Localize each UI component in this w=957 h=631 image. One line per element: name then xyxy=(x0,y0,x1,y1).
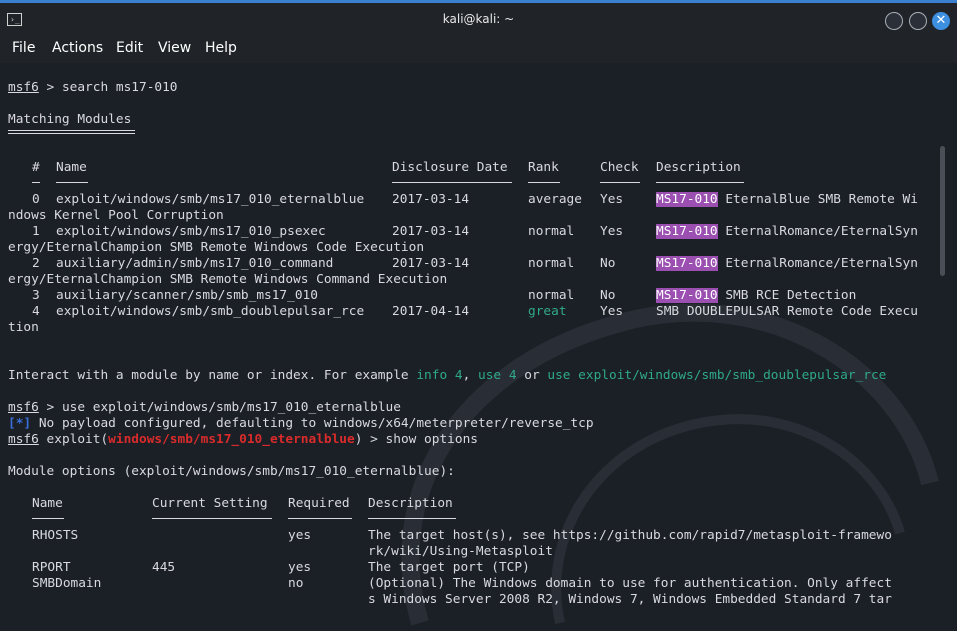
terminal-output[interactable]: msf6 > search ms17-010 Matching Modules … xyxy=(0,63,957,631)
msf-prompt: msf6 xyxy=(8,80,39,95)
module-name: exploit/windows/smb/ms17_010_psexec xyxy=(56,224,326,239)
module-num: 1 xyxy=(32,224,40,239)
option-description: The target host(s), see https://github.c… xyxy=(368,528,892,543)
module-description: SMB DOUBLEPULSAR Remote Code Execu xyxy=(656,304,918,319)
module-description-wrap: ergy/EternalChampion SMB Remote Windows … xyxy=(8,240,425,255)
module-date: 2017-04-14 xyxy=(392,304,470,319)
option-description: (Optional) The Windows domain to use for… xyxy=(368,576,892,591)
module-date: 2017-03-14 xyxy=(392,256,470,271)
ms17-highlight: MS17-010 xyxy=(656,256,718,271)
window-title: kali@kali: ~ xyxy=(442,12,515,26)
header-rule xyxy=(288,518,352,519)
module-date: 2017-03-14 xyxy=(392,192,470,207)
module-rank: great xyxy=(528,304,567,319)
module-rank: average xyxy=(528,192,582,207)
example-use-index: use 4 xyxy=(478,368,517,383)
header-rule xyxy=(656,182,744,183)
col-header-description: Description xyxy=(656,160,741,175)
col-header-name: Name xyxy=(56,160,87,175)
active-module: windows/smb/ms17_010_eternalblue xyxy=(108,432,355,447)
option-required: yes xyxy=(288,528,312,543)
module-check: No xyxy=(600,288,616,303)
module-description-wrap: tion xyxy=(8,320,39,335)
module-date: 2017-03-14 xyxy=(392,224,470,239)
menu-edit[interactable]: Edit xyxy=(116,40,143,56)
menu-help[interactable]: Help xyxy=(205,40,237,56)
module-check: Yes xyxy=(600,304,624,319)
menu-bar: File Actions Edit View Help xyxy=(0,38,957,63)
example-info: info 4 xyxy=(416,368,463,383)
col-header-date: Disclosure Date xyxy=(392,160,508,175)
section-double-underline xyxy=(8,130,135,134)
header-rule xyxy=(32,182,40,183)
info-message: [*] No payload configured, defaulting to… xyxy=(8,416,594,431)
module-description: MS17-010 SMB RCE Detection xyxy=(656,288,857,303)
module-description: MS17-010 EternalBlue SMB Remote Wi xyxy=(656,192,918,207)
close-button[interactable]: ✕ xyxy=(932,12,950,30)
module-description: MS17-010 EternalRomance/EternalSyn xyxy=(656,256,918,271)
module-check: Yes xyxy=(600,192,624,207)
module-num: 0 xyxy=(32,192,40,207)
module-check: Yes xyxy=(600,224,624,239)
header-rule xyxy=(528,182,560,183)
option-required: yes xyxy=(288,560,312,575)
opt-header-name: Name xyxy=(32,496,63,511)
module-num: 4 xyxy=(32,304,40,319)
col-header-check: Check xyxy=(600,160,639,175)
menu-view[interactable]: View xyxy=(158,40,191,56)
opt-header-setting: Current Setting xyxy=(152,496,268,511)
header-rule xyxy=(152,518,272,519)
module-options-title: Module options (exploit/windows/smb/ms17… xyxy=(8,464,455,479)
module-check: No xyxy=(600,256,616,271)
module-name: exploit/windows/smb/ms17_010_eternalblue xyxy=(56,192,365,207)
command-line-show-options: msf6 exploit(windows/smb/ms17_010_eterna… xyxy=(8,432,478,447)
option-name: SMBDomain xyxy=(32,576,102,591)
module-name: auxiliary/scanner/smb/smb_ms17_010 xyxy=(56,288,318,303)
option-description-wrap: s Windows Server 2008 R2, Windows 7, Win… xyxy=(368,592,892,607)
module-description-wrap: ergy/EternalChampion SMB Remote Windows … xyxy=(8,272,448,287)
header-rule xyxy=(56,182,88,183)
ms17-highlight: MS17-010 xyxy=(656,224,718,239)
minimize-button[interactable] xyxy=(885,12,903,30)
option-setting: 445 xyxy=(152,560,176,575)
opt-header-required: Required xyxy=(288,496,350,511)
menu-actions[interactable]: Actions xyxy=(52,40,103,56)
section-title-matching-modules: Matching Modules xyxy=(8,112,132,127)
interact-hint: Interact with a module by name or index.… xyxy=(8,368,887,383)
header-rule xyxy=(392,182,512,183)
module-rank: normal xyxy=(528,288,575,303)
header-rule xyxy=(32,518,64,519)
title-bar: ›_ kali@kali: ~ ✕ xyxy=(0,0,957,38)
option-description-wrap: rk/wiki/Using-Metasploit xyxy=(368,544,553,559)
module-num: 2 xyxy=(32,256,40,271)
msf-prompt: msf6 xyxy=(8,400,39,415)
msf-prompt: msf6 xyxy=(8,432,39,447)
maximize-button[interactable] xyxy=(909,12,927,30)
col-header-num: # xyxy=(32,160,40,175)
terminal-scrollbar[interactable] xyxy=(940,146,945,276)
module-name: auxiliary/admin/smb/ms17_010_command xyxy=(56,256,334,271)
example-use-name: use exploit/windows/smb/smb_doublepulsar… xyxy=(547,368,887,383)
module-description: MS17-010 EternalRomance/EternalSyn xyxy=(656,224,918,239)
ms17-highlight: MS17-010 xyxy=(656,288,718,303)
module-name: exploit/windows/smb/smb_doublepulsar_rce xyxy=(56,304,365,319)
header-rule xyxy=(368,518,456,519)
info-marker: [*] xyxy=(8,416,32,431)
module-num: 3 xyxy=(32,288,40,303)
header-rule xyxy=(600,182,640,183)
option-name: RPORT xyxy=(32,560,71,575)
module-rank: normal xyxy=(528,256,575,271)
module-rank: normal xyxy=(528,224,575,239)
command-line-search: msf6 > search ms17-010 xyxy=(8,80,178,95)
opt-header-description: Description xyxy=(368,496,453,511)
ms17-highlight: MS17-010 xyxy=(656,192,718,207)
option-description: The target port (TCP) xyxy=(368,560,530,575)
menu-file[interactable]: File xyxy=(12,40,35,56)
option-required: no xyxy=(288,576,304,591)
module-description-wrap: ndows Kernel Pool Corruption xyxy=(8,208,224,223)
option-name: RHOSTS xyxy=(32,528,79,543)
col-header-rank: Rank xyxy=(528,160,559,175)
command-line-use: msf6 > use exploit/windows/smb/ms17_010_… xyxy=(8,400,401,415)
